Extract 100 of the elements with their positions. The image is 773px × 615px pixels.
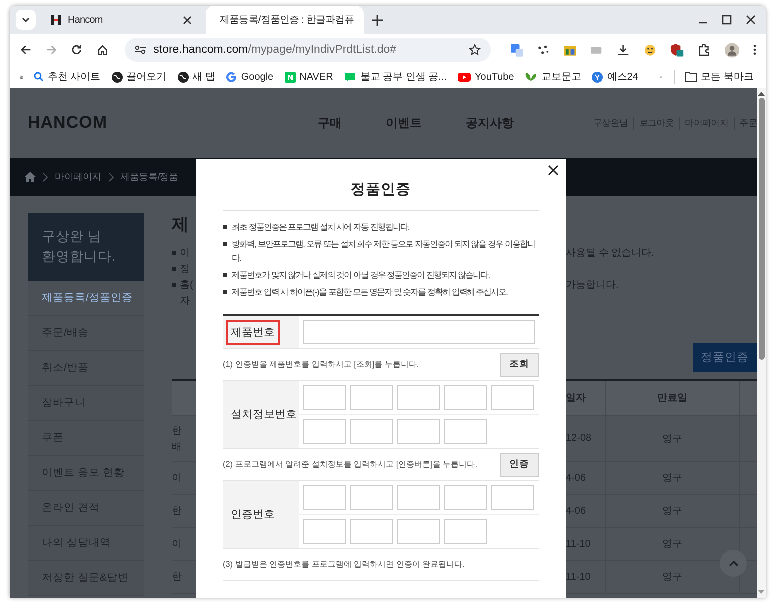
instruction-text: (2) 프로그램에서 알려준 설치정보를 입력하시고 [인증버튼]을 누릅니다.	[223, 459, 478, 470]
welcome-text: 환영합니다.	[42, 248, 117, 266]
translate-icon[interactable]	[510, 44, 524, 56]
field-label: 설치정보번호	[230, 408, 298, 423]
chevron-up-icon	[728, 560, 738, 566]
step-button[interactable]: 인증	[500, 452, 539, 476]
h-logo-icon	[50, 14, 62, 26]
download-icon[interactable]	[617, 44, 630, 56]
page-title: 제	[172, 214, 189, 235]
y-badge-icon	[592, 72, 604, 82]
chat-bubble-icon	[344, 72, 356, 82]
maximize-icon[interactable]	[722, 15, 732, 25]
nav-link[interactable]: 이벤트	[386, 114, 422, 132]
globe-icon	[178, 72, 189, 82]
instruction-text: (1) 인증받을 제품번호를 입력하시고 [조회]를 누릅니다.	[223, 359, 420, 370]
code-field[interactable]	[350, 419, 393, 444]
folder-icon	[685, 72, 698, 82]
code-field[interactable]	[444, 385, 487, 410]
sparkle-icon[interactable]	[537, 44, 550, 56]
chevron-icon	[43, 172, 48, 182]
bullet-icon	[223, 290, 227, 294]
reload-icon[interactable]	[71, 44, 83, 56]
search-icon	[34, 72, 44, 82]
scrollbar-thumb[interactable]	[758, 98, 764, 360]
activate-button[interactable]: 정품인증	[693, 343, 757, 372]
caret-icon	[21, 15, 31, 25]
bullet-icon	[223, 273, 227, 277]
star-icon[interactable]	[468, 44, 481, 56]
breadcrumb-link[interactable]: 마이페이지	[55, 170, 102, 184]
code-field[interactable]	[350, 385, 393, 410]
scroll-up-icon[interactable]	[758, 91, 765, 96]
product-number-field[interactable]	[303, 320, 535, 344]
smiley-icon[interactable]	[644, 44, 656, 56]
back-icon[interactable]	[20, 44, 32, 56]
address-bar[interactable]: store.hancom.com/mypage/myIndivPrdtList.do#	[124, 38, 491, 62]
note-text: 방화벽, 보안프로그램, 오류 또는 설치 회수 제한 등으로 자동인증이 되지 않을 경우 이용합니다.	[232, 238, 536, 265]
code-field[interactable]	[303, 519, 346, 544]
scroll-to-top-button[interactable]	[720, 550, 747, 577]
bookmark[interactable]: 예스24	[592, 70, 638, 84]
code-field[interactable]	[303, 419, 346, 444]
code-field[interactable]	[397, 519, 440, 544]
code-field[interactable]	[350, 519, 393, 544]
field-label: 제품번호	[226, 320, 280, 344]
browser-tab[interactable]: Hancom	[42, 6, 200, 34]
welcome-text: 구상완 님	[42, 228, 103, 246]
dialog-title: 정품인증	[223, 159, 539, 211]
bookmark[interactable]: 끌어오기	[112, 70, 167, 84]
logo[interactable]: HANCOM	[28, 113, 318, 133]
code-field[interactable]	[444, 485, 487, 510]
bookmark[interactable]: 추천 사이트	[34, 70, 101, 84]
code-field[interactable]	[444, 519, 487, 544]
close-icon[interactable]	[746, 15, 756, 25]
code-field[interactable]	[491, 385, 534, 410]
menu-icon[interactable]	[753, 44, 757, 56]
home-icon[interactable]	[96, 44, 109, 56]
browser-tab[interactable]: 제품등록/정품인증 : 한글과컴퓨	[206, 6, 364, 34]
code-field[interactable]	[444, 419, 487, 444]
step-button[interactable]: 조회	[500, 352, 539, 376]
bookmark[interactable]: Google	[226, 72, 274, 82]
scroll-down-icon[interactable]	[758, 590, 765, 595]
close-icon[interactable]	[548, 165, 559, 176]
bookmark[interactable]: YouTube	[458, 72, 514, 82]
sidebar-item[interactable]: 제품등록/정품인증	[28, 281, 144, 316]
code-field[interactable]	[397, 385, 440, 410]
code-field[interactable]	[350, 485, 393, 510]
bookmark[interactable]: 불교 공부 인생 공...	[344, 70, 447, 84]
avatar-icon[interactable]	[724, 42, 740, 58]
forward-icon[interactable]	[46, 44, 58, 56]
globe-icon	[112, 72, 123, 82]
breadcrumb-link[interactable]: 제품등록/정품	[120, 170, 178, 184]
bookmark[interactable]: NAVER	[284, 72, 334, 82]
bullet-icon	[223, 242, 227, 246]
bookmark-folder[interactable]: 모든 북마크	[685, 70, 754, 84]
new-tab-icon[interactable]	[372, 14, 383, 26]
bookmark[interactable]: 교보문고	[525, 70, 582, 84]
folder-icon[interactable]	[564, 44, 576, 56]
column-header: 만료일	[606, 381, 740, 415]
code-field[interactable]	[303, 485, 346, 510]
nav-link[interactable]: 공지사항	[466, 114, 514, 132]
n-logo-icon	[284, 72, 296, 82]
note-text: 제품번호가 맞지 않거나 실제의 것이 아닐 경우 정품인증이 진행되지 않습니다.	[232, 269, 490, 282]
tab-search-button[interactable]	[16, 10, 36, 30]
chevron-icon	[108, 172, 114, 182]
site-info-icon[interactable]	[134, 45, 146, 55]
bookmark[interactable]: 새 탭	[178, 70, 216, 84]
close-icon[interactable]	[183, 16, 192, 24]
field-label: 인증번호	[230, 508, 276, 523]
note-text: 제품번호 입력 시 하이픈(-)을 포함한 모든 영문자 및 숫자를 정확히 입력해 주십시오.	[232, 286, 508, 299]
google-icon	[226, 72, 238, 82]
leaf-icon	[525, 72, 538, 82]
bullet-icon	[223, 225, 227, 229]
nav-link[interactable]: 구매	[318, 114, 342, 132]
code-field[interactable]	[303, 385, 346, 410]
shield-icon[interactable]	[670, 43, 684, 57]
extensions-icon[interactable]	[698, 44, 710, 56]
note-text: 최초 정품인증은 프로그램 설치 시에 자동 진행됩니다.	[232, 221, 410, 234]
play-icon	[458, 72, 471, 82]
code-field[interactable]	[397, 485, 440, 510]
code-field[interactable]	[397, 419, 440, 444]
code-field[interactable]	[491, 485, 534, 510]
